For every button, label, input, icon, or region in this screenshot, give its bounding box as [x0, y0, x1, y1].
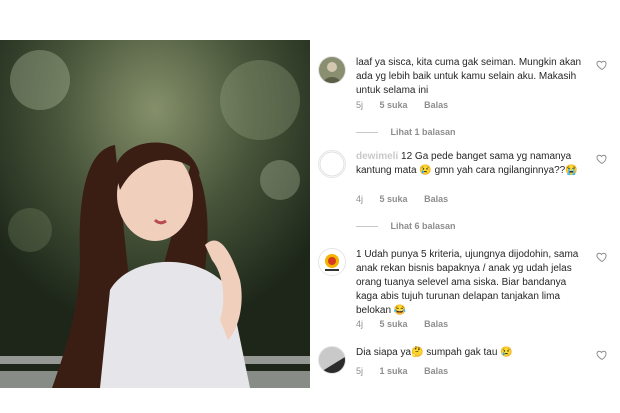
comment-meta: 4j 5 suka Balas — [356, 194, 462, 204]
replies-divider-line — [356, 226, 378, 228]
view-replies-button[interactable]: Lihat 1 balasan — [356, 127, 456, 137]
comment-body: Dia siapa ya🤔 sumpah gak tau 😢 — [356, 347, 513, 358]
post-photo — [0, 40, 310, 388]
comment-text: Dia siapa ya🤔 sumpah gak tau 😢 — [356, 346, 586, 360]
comment-age: 5j — [356, 366, 364, 376]
instagram-post-view: laaf ya sisca, kita cuma gak seiman. Mun… — [0, 0, 620, 413]
comment-likes[interactable]: 1 suka — [380, 366, 408, 376]
view-replies-label: Lihat 1 balasan — [390, 127, 456, 137]
reply-button[interactable]: Balas — [424, 366, 448, 376]
comment-age: 4j — [356, 319, 364, 329]
avatar[interactable] — [318, 56, 346, 84]
avatar-image-2 — [319, 151, 345, 177]
comment-text: dewimeli 12 Ga pede banget sama yg naman… — [356, 150, 586, 178]
view-replies-label: Lihat 6 balasan — [390, 221, 456, 231]
comments-panel: laaf ya sisca, kita cuma gak seiman. Mun… — [310, 40, 620, 388]
avatar-image-1 — [319, 57, 345, 83]
comment-age: 5j — [356, 100, 364, 110]
comment-text: laaf ya sisca, kita cuma gak seiman. Mun… — [356, 56, 586, 98]
comment-meta: 5j 5 suka Balas — [356, 100, 462, 110]
heart-outline-icon[interactable] — [596, 152, 608, 165]
comment-meta: 5j 1 suka Balas — [356, 366, 462, 376]
comment-body: 1 Udah punya 5 kriteria, ujungnya dijodo… — [356, 249, 579, 316]
avatar[interactable] — [318, 150, 346, 178]
reply-button[interactable]: Balas — [424, 100, 448, 110]
comment-text: 1 Udah punya 5 kriteria, ujungnya dijodo… — [356, 248, 586, 318]
view-replies-button[interactable]: Lihat 6 balasan — [356, 221, 456, 231]
comment-meta: 4j 5 suka Balas — [356, 319, 462, 329]
comment-age: 4j — [356, 194, 364, 204]
heart-outline-icon[interactable] — [596, 348, 608, 361]
comment-likes[interactable]: 5 suka — [380, 194, 408, 204]
avatar-image-4 — [319, 347, 345, 373]
avatar[interactable] — [318, 248, 346, 276]
reply-button[interactable]: Balas — [424, 194, 448, 204]
replies-divider-line — [356, 132, 378, 134]
avatar-image-3 — [319, 249, 345, 275]
comment-likes[interactable]: 5 suka — [380, 100, 408, 110]
heart-outline-icon[interactable] — [596, 250, 608, 263]
post-photo-image — [0, 40, 310, 388]
comment-body: laaf ya sisca, kita cuma gak seiman. Mun… — [356, 57, 582, 96]
reply-button[interactable]: Balas — [424, 319, 448, 329]
comment-username[interactable]: dewimeli — [356, 151, 398, 162]
avatar[interactable] — [318, 346, 346, 374]
heart-outline-icon[interactable] — [596, 58, 608, 71]
comment-likes[interactable]: 5 suka — [380, 319, 408, 329]
